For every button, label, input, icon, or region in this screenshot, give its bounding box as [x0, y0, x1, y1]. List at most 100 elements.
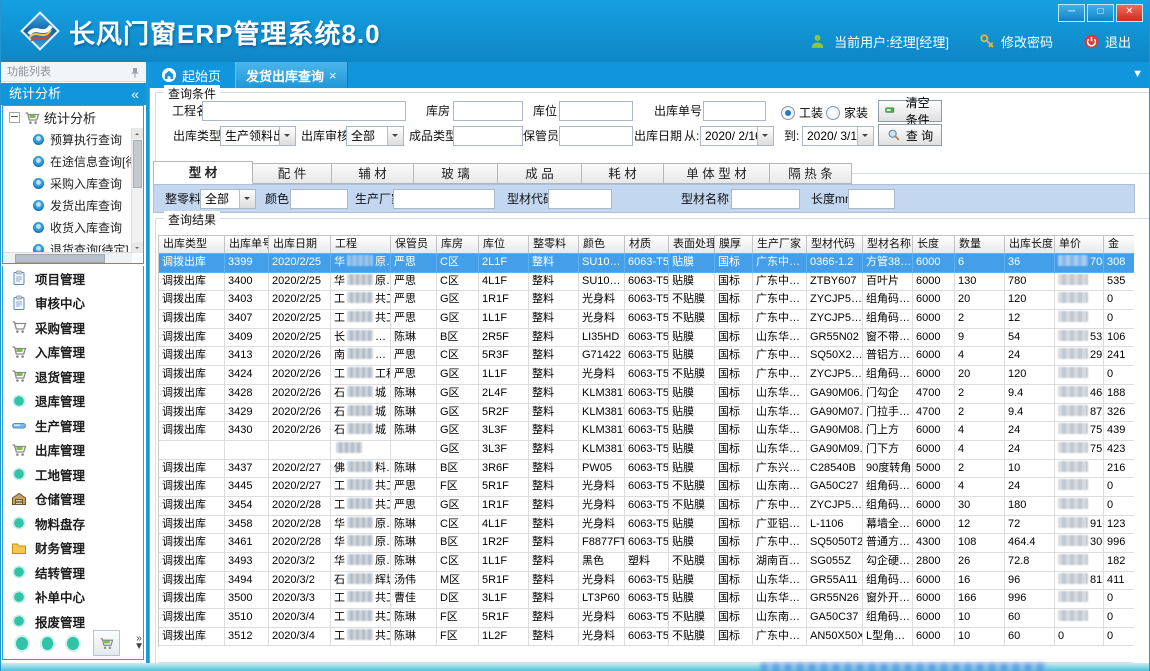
- tab-shipping-outbound-query[interactable]: 发货出库查询 ×: [235, 62, 348, 88]
- keeper-input[interactable]: [559, 126, 633, 146]
- table-row[interactable]: 调拨出库35122020/3/4工共工程陈琳F区1L2F整料光身料6063-T5…: [159, 628, 1134, 647]
- table-row[interactable]: 调拨出库34372020/2/27佛料…陈琳B区3R6F整料PW056063-T…: [159, 460, 1134, 479]
- collapse-icon[interactable]: «: [131, 83, 139, 105]
- tree-item[interactable]: 在途信息查询[待: [3, 150, 143, 172]
- warehouse-input[interactable]: [453, 101, 523, 121]
- sidebar-item-项目管理[interactable]: 项目管理: [3, 266, 143, 291]
- table-row[interactable]: 调拨出库35102020/3/4工共工程陈琳F区5R1F整料光身料6063-T5…: [159, 609, 1134, 628]
- sidebar-item-入库管理[interactable]: 入库管理: [3, 340, 143, 365]
- column-header-outlen[interactable]: 出库长度: [1005, 235, 1055, 254]
- sidebar-item-采购管理[interactable]: 采购管理: [3, 315, 143, 340]
- tree-item[interactable]: 发货出库查询: [3, 194, 143, 216]
- tree-expander-icon[interactable]: [9, 112, 20, 123]
- tree-scroll-thumb[interactable]: [133, 140, 142, 188]
- sidebar-item-退货管理[interactable]: 退货管理: [3, 364, 143, 389]
- column-header-mat[interactable]: 材质: [625, 235, 669, 254]
- tree-item[interactable]: 预算执行查询: [3, 128, 143, 150]
- sidebar-item-仓储管理[interactable]: 仓储管理: [3, 487, 143, 512]
- column-header-keeper[interactable]: 保管员: [391, 235, 437, 254]
- tree-item[interactable]: 采购入库查询: [3, 172, 143, 194]
- tab-close-icon[interactable]: ×: [329, 68, 337, 83]
- material-tab-隔热条[interactable]: 隔 热 条: [769, 163, 852, 184]
- date-to-picker[interactable]: 2020/ 3/16: [802, 126, 874, 146]
- table-row[interactable]: 调拨出库34292020/2/26石城陈琳G区5R2F整料KLM38176063…: [159, 404, 1134, 423]
- material-tab-玻璃[interactable]: 玻 璃: [413, 163, 498, 184]
- column-header-price[interactable]: 单价: [1055, 235, 1104, 254]
- tab-overflow-icon[interactable]: ▼: [1132, 68, 1143, 80]
- logout-button[interactable]: 退出: [1083, 32, 1131, 51]
- column-header-wh[interactable]: 库房: [437, 235, 479, 254]
- table-row[interactable]: 调拨出库34942020/3/2石辉城汤伟M区5R1F整料光身料6063-T5贴…: [159, 572, 1134, 591]
- sidebar-section-header[interactable]: 统计分析 «: [1, 83, 146, 105]
- column-header-len[interactable]: 长度: [913, 235, 955, 254]
- column-header-loc[interactable]: 库位: [479, 235, 529, 254]
- table-row[interactable]: 调拨出库35002020/3/3工共工程曹佳D区3L1F整料LT3P606063…: [159, 590, 1134, 609]
- table-row[interactable]: 调拨出库34282020/2/26石城陈琳G区2L4F整料KLM38176063…: [159, 385, 1134, 404]
- toolbar-circle-icon[interactable]: [16, 637, 28, 650]
- sidebar-item-结转管理[interactable]: 结转管理: [3, 560, 143, 585]
- toolbar-circle-icon[interactable]: [67, 637, 79, 650]
- table-row[interactable]: 调拨出库34092020/2/25长…陈琳B区2R5F整料LI35HD6063-…: [159, 329, 1134, 348]
- search-button[interactable]: 查 询: [878, 124, 942, 146]
- column-header-type[interactable]: 出库类型: [159, 235, 225, 254]
- column-header-film[interactable]: 膜厚: [715, 235, 753, 254]
- tree-vertical-scrollbar[interactable]: [131, 128, 143, 253]
- profile-name-input[interactable]: [731, 189, 800, 209]
- radio-home-decor[interactable]: 家装: [826, 104, 868, 121]
- toolbar-circle-icon[interactable]: [42, 637, 54, 650]
- length-input[interactable]: [848, 189, 895, 209]
- whole-part-select[interactable]: 全部: [200, 189, 256, 209]
- table-row[interactable]: 调拨出库34452020/2/27工共工程严思F区5R1F整料光身料6063-T…: [159, 478, 1134, 497]
- material-tab-配件[interactable]: 配 件: [252, 163, 332, 184]
- table-row[interactable]: 调拨出库34002020/2/25华原…严思C区4L1F整料SU10…6063-…: [159, 273, 1134, 292]
- table-row[interactable]: 调拨出库34542020/2/28工共工程严思G区1R1F整料光身料6063-T…: [159, 497, 1134, 516]
- audit-select[interactable]: 全部: [346, 126, 404, 146]
- pin-icon[interactable]: [129, 66, 141, 78]
- profile-code-input[interactable]: [548, 189, 612, 209]
- tree-root[interactable]: 统计分析: [3, 106, 143, 128]
- column-header-mfr[interactable]: 生产厂家: [753, 235, 807, 254]
- clear-conditions-button[interactable]: 清空条件: [878, 100, 942, 122]
- sidebar-item-审核中心[interactable]: 审核中心: [3, 291, 143, 316]
- column-header-date[interactable]: 出库日期: [269, 235, 331, 254]
- table-row[interactable]: 调拨出库34582020/2/28华原…陈琳C区4L1F整料光身料6063-T5…: [159, 516, 1134, 535]
- sidebar-item-物料盘存[interactable]: 物料盘存: [3, 511, 143, 536]
- sidebar-item-退库管理[interactable]: 退库管理: [3, 389, 143, 414]
- column-header-no[interactable]: 出库单号: [225, 235, 269, 254]
- sidebar-item-财务管理[interactable]: 财务管理: [3, 536, 143, 561]
- color-input[interactable]: [290, 189, 348, 209]
- tree-horizontal-scrollbar[interactable]: [3, 252, 132, 263]
- column-header-proj[interactable]: 工程: [331, 235, 391, 254]
- toolbar-more-button[interactable]: »▼: [134, 635, 144, 651]
- material-tab-型材[interactable]: 型 材: [153, 161, 253, 184]
- toolbar-cart-button[interactable]: [93, 630, 120, 656]
- maximize-button[interactable]: □: [1087, 4, 1114, 22]
- table-row[interactable]: 调拨出库34612020/2/28华原…陈琳B区1R2F整料F8877FT606…: [159, 534, 1134, 553]
- sidebar-item-出库管理[interactable]: 出库管理: [3, 438, 143, 463]
- column-header-name[interactable]: 型材名称: [863, 235, 913, 254]
- table-row[interactable]: 调拨出库34242020/2/26工工程严思G区1L1F整料光身料6063-T5…: [159, 366, 1134, 385]
- sidebar-item-生产管理[interactable]: 生产管理: [3, 413, 143, 438]
- sidebar-item-工地管理[interactable]: 工地管理: [3, 462, 143, 487]
- radio-industrial[interactable]: 工装: [781, 104, 823, 121]
- table-row[interactable]: 调拨出库34132020/2/26南…严思C区5R3F整料G714226063-…: [159, 347, 1134, 366]
- tree-hscroll-thumb[interactable]: [15, 254, 105, 263]
- column-header-color[interactable]: 颜色: [579, 235, 625, 254]
- material-tab-成品[interactable]: 成 品: [497, 163, 582, 184]
- column-header-amount[interactable]: 金: [1104, 235, 1134, 254]
- table-row[interactable]: 调拨出库34302020/2/26石城陈琳G区3L3F整料KLM38176063…: [159, 422, 1134, 441]
- scroll-down-icon[interactable]: [132, 242, 143, 253]
- minimize-button[interactable]: ─: [1058, 4, 1085, 22]
- material-tab-单体型材[interactable]: 单 体 型 材: [663, 163, 770, 184]
- column-header-qty[interactable]: 数量: [955, 235, 1005, 254]
- material-tab-辅材[interactable]: 辅 材: [331, 163, 414, 184]
- product-type-input[interactable]: [453, 126, 523, 146]
- tree-item[interactable]: 收货入库查询: [3, 216, 143, 238]
- table-row[interactable]: 调拨出库34072020/2/25工共工程严思G区1L1F整料光身料6063-T…: [159, 310, 1134, 329]
- date-from-picker[interactable]: 2020/ 2/16: [700, 126, 774, 146]
- column-header-surf[interactable]: 表面处理: [669, 235, 715, 254]
- column-header-zl[interactable]: 整零料: [529, 235, 579, 254]
- column-header-code[interactable]: 型材代码: [807, 235, 863, 254]
- out-type-select[interactable]: 生产领料出库: [220, 126, 296, 146]
- manufacturer-input[interactable]: [393, 189, 495, 209]
